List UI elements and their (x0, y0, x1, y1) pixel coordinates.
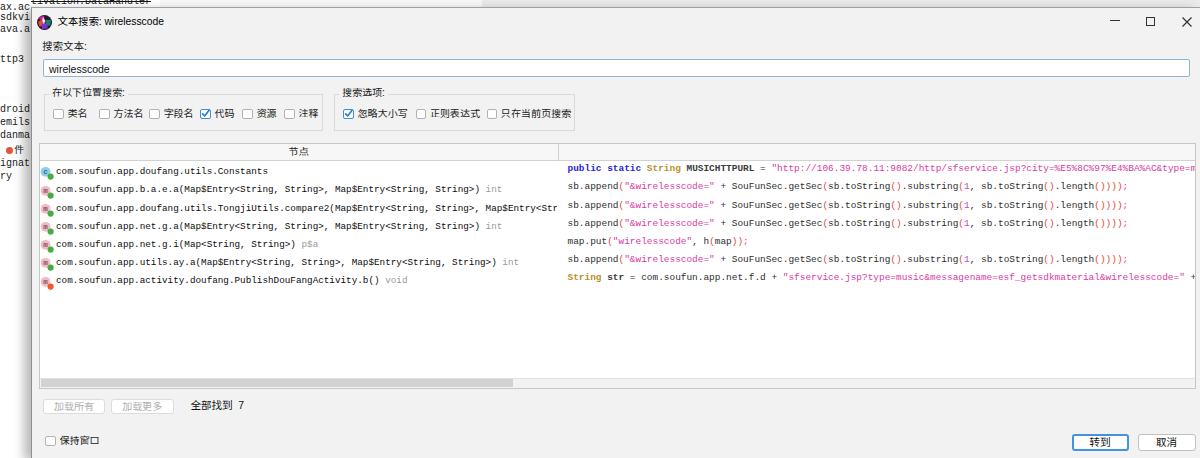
svg-text:m: m (43, 223, 48, 231)
svg-text:m: m (43, 241, 48, 249)
svg-text:m: m (43, 205, 48, 213)
svg-text:m: m (43, 278, 48, 286)
svg-text:m: m (43, 260, 48, 268)
svg-text:m: m (43, 187, 48, 195)
svg-text:c: c (43, 169, 48, 177)
